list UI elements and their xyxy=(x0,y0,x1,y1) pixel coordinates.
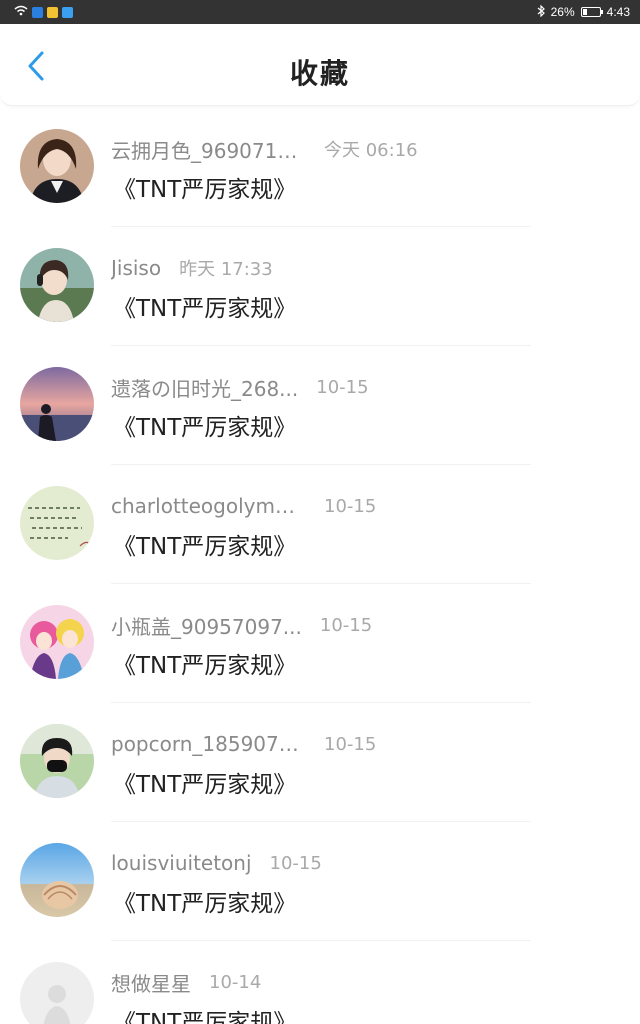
app-icon-cloud xyxy=(62,6,73,18)
timestamp: 10-14 xyxy=(209,971,262,993)
meta-row: 想做星星 10-14 xyxy=(111,968,262,997)
status-bar: 26% 4:43 xyxy=(0,0,640,24)
avatar[interactable] xyxy=(20,486,94,560)
wifi-icon xyxy=(14,5,28,19)
avatar[interactable] xyxy=(20,843,94,917)
battery-icon xyxy=(580,7,603,17)
timestamp: 10-15 xyxy=(316,376,369,398)
username[interactable]: popcorn_1859071... xyxy=(111,732,306,756)
clock: 4:43 xyxy=(606,5,630,19)
timestamp: 10-15 xyxy=(319,614,373,636)
list-item[interactable]: Jisiso 昨天 17:33 《TNT严厉家规》 xyxy=(0,227,640,346)
avatar[interactable] xyxy=(20,248,94,322)
app-icon-blue xyxy=(32,6,43,18)
username[interactable]: Jisiso xyxy=(111,256,161,280)
status-left xyxy=(14,5,73,19)
avatar[interactable] xyxy=(20,724,94,798)
timestamp: 今天 06:16 xyxy=(324,140,418,161)
list-item[interactable]: popcorn_1859071... 10-15 《TNT严厉家规》 xyxy=(0,703,640,822)
collection-title[interactable]: 《TNT严厉家规》 xyxy=(113,170,296,204)
bluetooth-icon xyxy=(537,4,545,20)
collection-title[interactable]: 《TNT严厉家规》 xyxy=(113,765,296,799)
avatar[interactable] xyxy=(20,367,94,441)
meta-row: 云拥月色_9690713... 今天 06:16 xyxy=(111,135,418,164)
username[interactable]: charlotteogolympi... xyxy=(111,494,306,518)
collection-title[interactable]: 《TNT严厉家规》 xyxy=(113,289,296,323)
username[interactable]: 遗落の旧时光_268... xyxy=(111,373,298,402)
avatar[interactable] xyxy=(20,129,94,203)
list-item[interactable]: louisviuitetonj 10-15 《TNT严厉家规》 xyxy=(0,822,640,941)
page-title: 收藏 xyxy=(289,57,350,90)
battery-percent: 26% xyxy=(550,5,575,19)
timestamp: 昨天 17:33 xyxy=(179,259,273,280)
app-icon-yellow xyxy=(47,6,58,18)
timestamp: 10-15 xyxy=(269,852,322,874)
username[interactable]: 云拥月色_9690713... xyxy=(111,135,306,164)
meta-row: 遗落の旧时光_268... 10-15 xyxy=(111,373,369,402)
status-right: 26% 4:43 xyxy=(537,4,630,20)
meta-row: 小瓶盖_90957097... 10-15 xyxy=(111,611,373,640)
list-item[interactable]: 想做星星 10-14 《TNT严厉家规》 xyxy=(0,941,640,1024)
list-item[interactable]: 遗落の旧时光_268... 10-15 《TNT严厉家规》 xyxy=(0,346,640,465)
collection-title[interactable]: 《TNT严厉家规》 xyxy=(113,527,296,561)
username[interactable]: 想做星星 xyxy=(111,968,191,997)
avatar[interactable] xyxy=(20,605,94,679)
collection-title[interactable]: 《TNT严厉家规》 xyxy=(113,1003,296,1024)
collection-title[interactable]: 《TNT严厉家规》 xyxy=(113,408,296,442)
meta-row: louisviuitetonj 10-15 xyxy=(111,850,322,876)
favorites-list: 云拥月色_9690713... 今天 06:16 《TNT严厉家规》 Jisiso 昨天… xyxy=(0,108,640,1024)
username[interactable]: 小瓶盖_90957097... xyxy=(111,611,302,640)
list-item[interactable]: 小瓶盖_90957097... 10-15 《TNT严厉家规》 xyxy=(0,584,640,703)
meta-row: Jisiso 昨天 17:33 xyxy=(111,255,273,281)
meta-row: charlotteogolympi... 10-15 xyxy=(111,493,376,519)
collection-title[interactable]: 《TNT严厉家规》 xyxy=(113,646,296,680)
username[interactable]: louisviuitetonj xyxy=(111,851,252,875)
avatar[interactable] xyxy=(20,962,94,1024)
list-item[interactable]: 云拥月色_9690713... 今天 06:16 《TNT严厉家规》 xyxy=(0,108,640,227)
timestamp: 10-15 xyxy=(324,495,377,517)
collection-title[interactable]: 《TNT严厉家规》 xyxy=(113,884,296,918)
header: 收藏 xyxy=(0,24,640,106)
meta-row: popcorn_1859071... 10-15 xyxy=(111,731,376,757)
list-item[interactable]: charlotteogolympi... 10-15 《TNT严厉家规》 xyxy=(0,465,640,584)
timestamp: 10-15 xyxy=(324,733,377,755)
